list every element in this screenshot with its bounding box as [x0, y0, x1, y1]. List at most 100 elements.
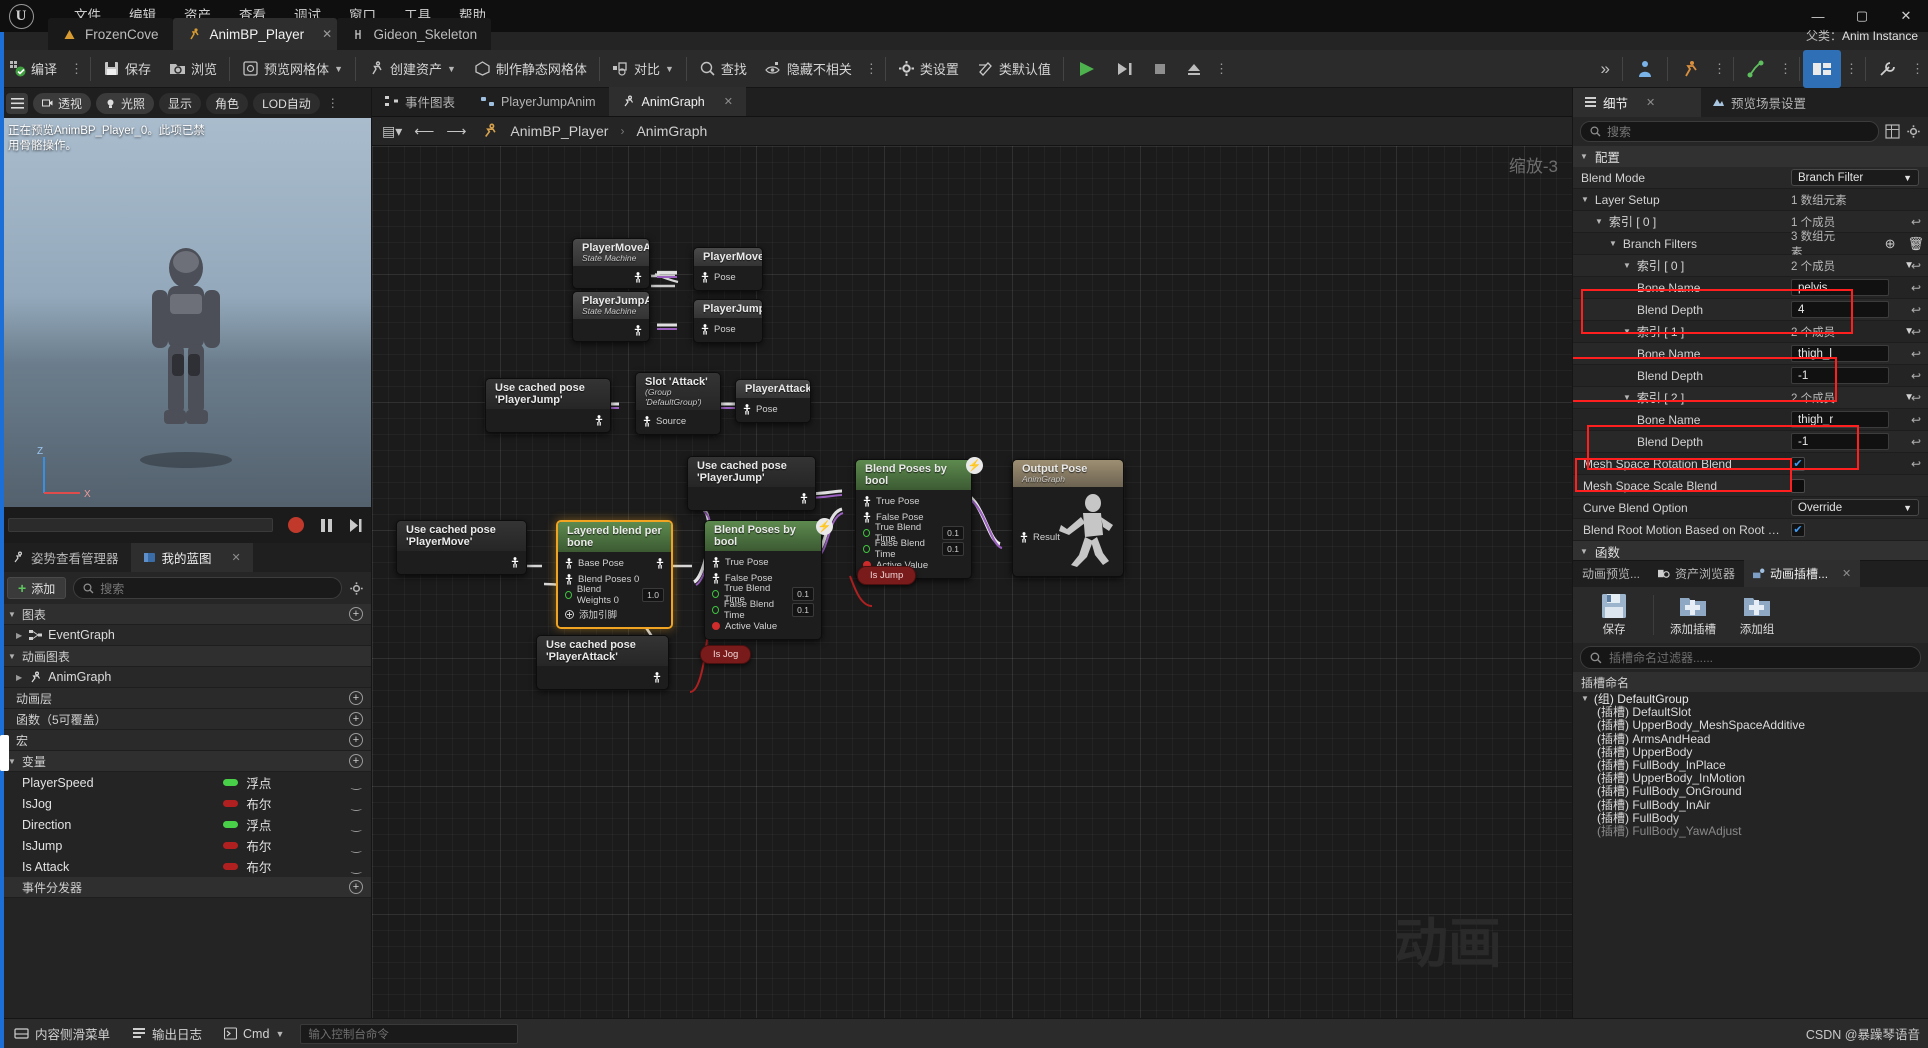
add-function-icon[interactable]: + [349, 712, 363, 726]
grid-view-icon[interactable] [1885, 124, 1900, 139]
skeleton-tree-button[interactable] [1737, 50, 1775, 88]
anim-mode-kebab[interactable]: ⋮ [1709, 61, 1730, 77]
breadcrumb-current[interactable]: AnimGraph [636, 123, 707, 139]
viewport-lod-button[interactable]: LOD自动 [253, 92, 320, 114]
node-use-cached-playerattack[interactable]: Use cached pose 'PlayerAttack' [536, 635, 669, 690]
revert-icon[interactable]: ↩ [1911, 215, 1921, 229]
node-playermove[interactable]: PlayerMove Pose [693, 247, 763, 291]
property-row-layer-setup[interactable]: ▼ Layer Setup 1 数组元素 [1573, 189, 1928, 211]
pose-pin-icon[interactable] [712, 572, 720, 584]
node-use-cached-playermove[interactable]: Use cached pose 'PlayerMove' [396, 520, 527, 575]
revert-icon[interactable]: ↩ [1911, 457, 1921, 471]
tab-anim-slot-manager[interactable]: 动画插槽... ✕ [1744, 560, 1861, 587]
forward-arrow-icon[interactable]: ⟶ [446, 123, 466, 140]
visibility-eye-icon[interactable]: ‿ [351, 860, 361, 874]
pin-value[interactable]: 0.1 [942, 542, 964, 556]
details-group-config[interactable]: ▼ 配置 [1573, 146, 1928, 167]
tab-my-blueprint[interactable]: 我的蓝图 ✕ [130, 543, 253, 572]
console-command-input[interactable]: 输入控制台命令 [300, 1023, 519, 1044]
tab-close-icon[interactable]: ✕ [232, 551, 241, 564]
slot-list[interactable]: ▼ (组) DefaultGroup (插槽) DefaultSlot (插槽)… [1573, 692, 1928, 1018]
compile-button[interactable]: 编译 [0, 50, 66, 88]
add-anim-layer-icon[interactable]: + [349, 691, 363, 705]
create-asset-button[interactable]: 创建资产 ▼ [359, 50, 465, 88]
save-slots-button[interactable]: 保存 [1583, 593, 1645, 637]
node-pin-row[interactable]: Base Pose [558, 555, 671, 571]
visibility-eye-icon[interactable]: ‿ [351, 797, 361, 811]
slot-filter-input[interactable]: 插槽命名过滤器...... [1580, 646, 1921, 669]
tab-close-icon[interactable]: ✕ [322, 27, 332, 41]
browse-button[interactable]: 浏览 [160, 50, 226, 88]
visibility-eye-icon[interactable]: ‿ [351, 776, 361, 790]
variable-row[interactable]: Is Attack 布尔 ‿ [0, 856, 371, 877]
node-pin-row[interactable] [537, 669, 668, 685]
revert-icon[interactable]: ↩ [1911, 303, 1921, 317]
layout-button[interactable] [1803, 49, 1841, 88]
diff-button[interactable]: 对比 ▼ [603, 50, 683, 88]
back-arrow-icon[interactable]: ⟵ [414, 123, 434, 140]
preview-viewport[interactable]: 正在预览AnimBP_Player_0。此项已禁用骨骼操作。 Z X [0, 118, 371, 543]
node-use-cached-playerjump-1[interactable]: Use cached pose 'PlayerJump' [485, 378, 611, 433]
step-button[interactable] [1107, 50, 1143, 88]
node-pin-row[interactable]: Source [636, 413, 720, 429]
revert-icon[interactable]: ↩ [1911, 391, 1921, 405]
pose-pin-icon[interactable] [800, 492, 808, 504]
viewport-kebab[interactable]: ⋮ [325, 96, 339, 110]
pause-button[interactable] [311, 507, 341, 543]
pose-pin-icon[interactable] [701, 323, 709, 335]
node-layered-blend-per-bone[interactable]: Layered blend per bone Base Pose Blend P… [556, 520, 673, 629]
add-slot-button[interactable]: 添加插槽 [1662, 593, 1724, 637]
gear-icon[interactable] [1906, 124, 1921, 139]
tab-close-icon[interactable]: ✕ [1842, 567, 1851, 580]
bool-pin-icon[interactable] [712, 622, 720, 630]
property-row-blend-depth-2[interactable]: Blend Depth -1 ↩ [1573, 431, 1928, 453]
gear-icon[interactable] [349, 581, 364, 596]
tools-settings-button[interactable] [1869, 50, 1907, 88]
node-pin-row[interactable]: False Blend Time 0.1 [856, 538, 971, 560]
node-pin-row[interactable] [688, 490, 815, 506]
search-input[interactable]: 搜索 [73, 577, 342, 599]
pose-pin-icon[interactable] [565, 557, 573, 569]
save-button[interactable]: 保存 [94, 50, 160, 88]
hide-unrelated-kebab[interactable]: ⋮ [861, 61, 882, 77]
pin-value[interactable]: 0.1 [942, 526, 964, 540]
pose-pin-icon[interactable] [701, 271, 709, 283]
chevron-down-icon[interactable]: ▼ [334, 64, 343, 74]
pose-pin-icon[interactable] [863, 511, 871, 523]
layout-kebab[interactable]: ⋮ [1841, 61, 1862, 77]
property-row-bone-name-1[interactable]: Bone Name thigh_l ↩ [1573, 343, 1928, 365]
pose-pin-icon[interactable] [511, 556, 519, 568]
breadcrumb-root[interactable]: AnimBP_Player [510, 123, 608, 139]
blend-depth-input[interactable]: -1 [1791, 433, 1889, 450]
tab-anim-preview[interactable]: 动画预览... [1573, 560, 1649, 587]
property-row-bf-index-1[interactable]: ▼ 索引 [ 1 ] 2 个成员 ▼ ↩ [1573, 321, 1928, 343]
chevron-right-icon[interactable]: ▶ [16, 631, 22, 640]
skeleton-tree-kebab[interactable]: ⋮ [1775, 61, 1796, 77]
property-row-bf-index-0[interactable]: ▼ 索引 [ 0 ] 2 个成员 ▼ ↩ [1573, 255, 1928, 277]
tab-animbp-player[interactable]: AnimBP_Player ✕ [172, 18, 337, 50]
chevron-right-icon[interactable]: ▶ [16, 673, 22, 682]
revert-icon[interactable]: ↩ [1911, 369, 1921, 383]
node-pin-row[interactable]: False Blend Time 0.1 [705, 599, 821, 621]
chevron-down-icon[interactable]: ▼ [275, 1029, 284, 1039]
pose-pin-icon[interactable] [634, 271, 642, 283]
node-pin-row[interactable]: True Pose [856, 493, 971, 509]
node-blend-poses-by-bool-mid[interactable]: Blend Poses by bool True Pose False Pose [704, 520, 822, 640]
viewport-menu-icon[interactable] [6, 92, 28, 114]
details-properties[interactable]: ▼ 配置 Blend Mode Branch Filter ▼ ▼ Layer S… [1573, 146, 1928, 560]
tools-settings-kebab[interactable]: ⋮ [1907, 61, 1928, 77]
details-search-input[interactable]: 搜索 [1580, 121, 1879, 142]
pose-pin-icon[interactable] [643, 415, 651, 427]
add-graph-icon[interactable]: + [349, 607, 363, 621]
pose-pin-icon[interactable] [565, 573, 573, 585]
add-group-button[interactable]: 添加组 [1726, 593, 1788, 637]
node-variable-isjog[interactable]: Is Jog [700, 645, 752, 664]
revert-icon[interactable]: ↩ [1911, 237, 1921, 251]
curve-blend-option-dropdown[interactable]: Override ▼ [1791, 499, 1919, 516]
play-button[interactable] [1067, 50, 1107, 88]
node-playerjumpanim[interactable]: PlayerJumpAnim State Machine [572, 291, 650, 342]
node-pin-row[interactable]: True Pose [705, 554, 821, 570]
revert-icon[interactable]: ↩ [1911, 347, 1921, 361]
node-pin-row[interactable] [397, 554, 526, 570]
eject-button[interactable] [1177, 50, 1211, 88]
